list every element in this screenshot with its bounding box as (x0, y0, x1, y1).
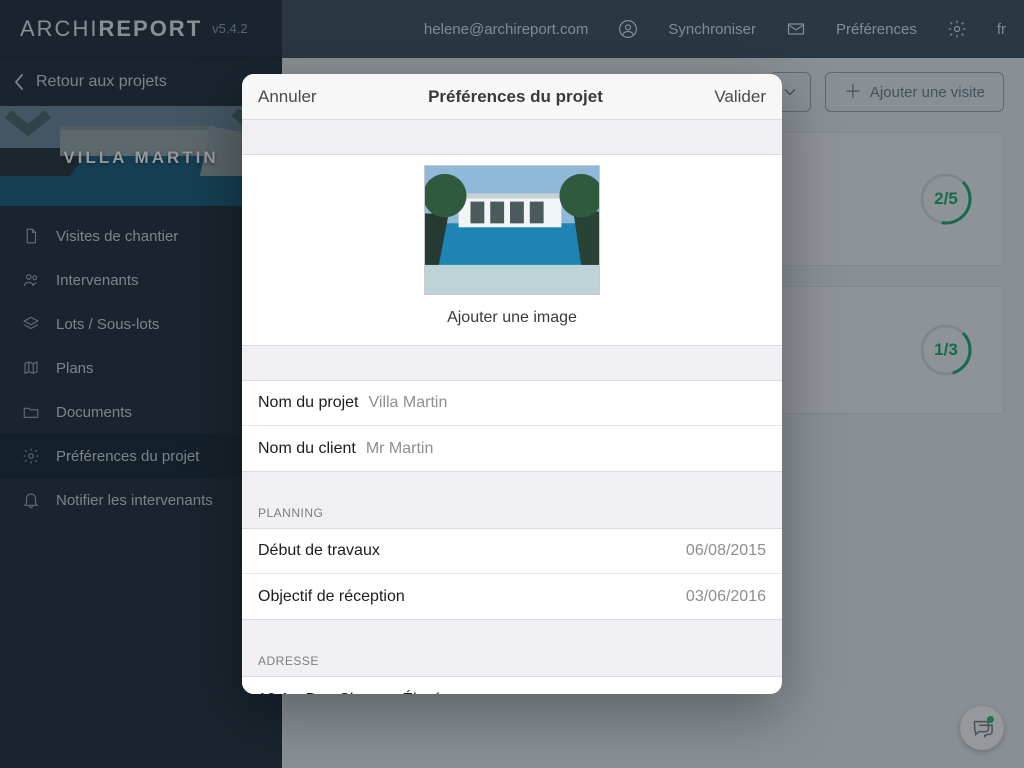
project-preferences-modal: Annuler Préférences du projet Valider (242, 74, 782, 694)
start-date-row[interactable]: Début de travaux 06/08/2015 (242, 529, 782, 574)
project-name-row[interactable]: Nom du projet Villa Martin (242, 381, 782, 426)
modal-header: Annuler Préférences du projet Valider (242, 74, 782, 120)
end-date-value: 03/06/2016 (686, 588, 766, 606)
client-name-value: Mr Martin (366, 440, 434, 458)
project-name-value: Villa Martin (369, 394, 448, 412)
image-section[interactable]: Ajouter une image (242, 154, 782, 346)
client-name-row[interactable]: Nom du client Mr Martin (242, 426, 782, 471)
client-name-label: Nom du client (258, 440, 356, 458)
cancel-button[interactable]: Annuler (258, 87, 317, 107)
address-line1: 10 Av. Des Champs Élysés (258, 691, 450, 695)
project-image-thumb[interactable] (424, 165, 600, 295)
add-image-caption: Ajouter une image (242, 309, 782, 327)
confirm-button[interactable]: Valider (714, 87, 766, 107)
end-date-label: Objectif de réception (258, 588, 405, 606)
modal-title: Préférences du projet (428, 87, 603, 107)
end-date-row[interactable]: Objectif de réception 03/06/2016 (242, 574, 782, 619)
address-row[interactable]: 10 Av. Des Champs Élysés (242, 677, 782, 694)
address-header: ADRESSE (242, 654, 782, 676)
planning-header: PLANNING (242, 506, 782, 528)
start-date-value: 06/08/2015 (686, 542, 766, 560)
start-date-label: Début de travaux (258, 542, 380, 560)
villa-image (425, 166, 599, 295)
project-name-label: Nom du projet (258, 394, 359, 412)
